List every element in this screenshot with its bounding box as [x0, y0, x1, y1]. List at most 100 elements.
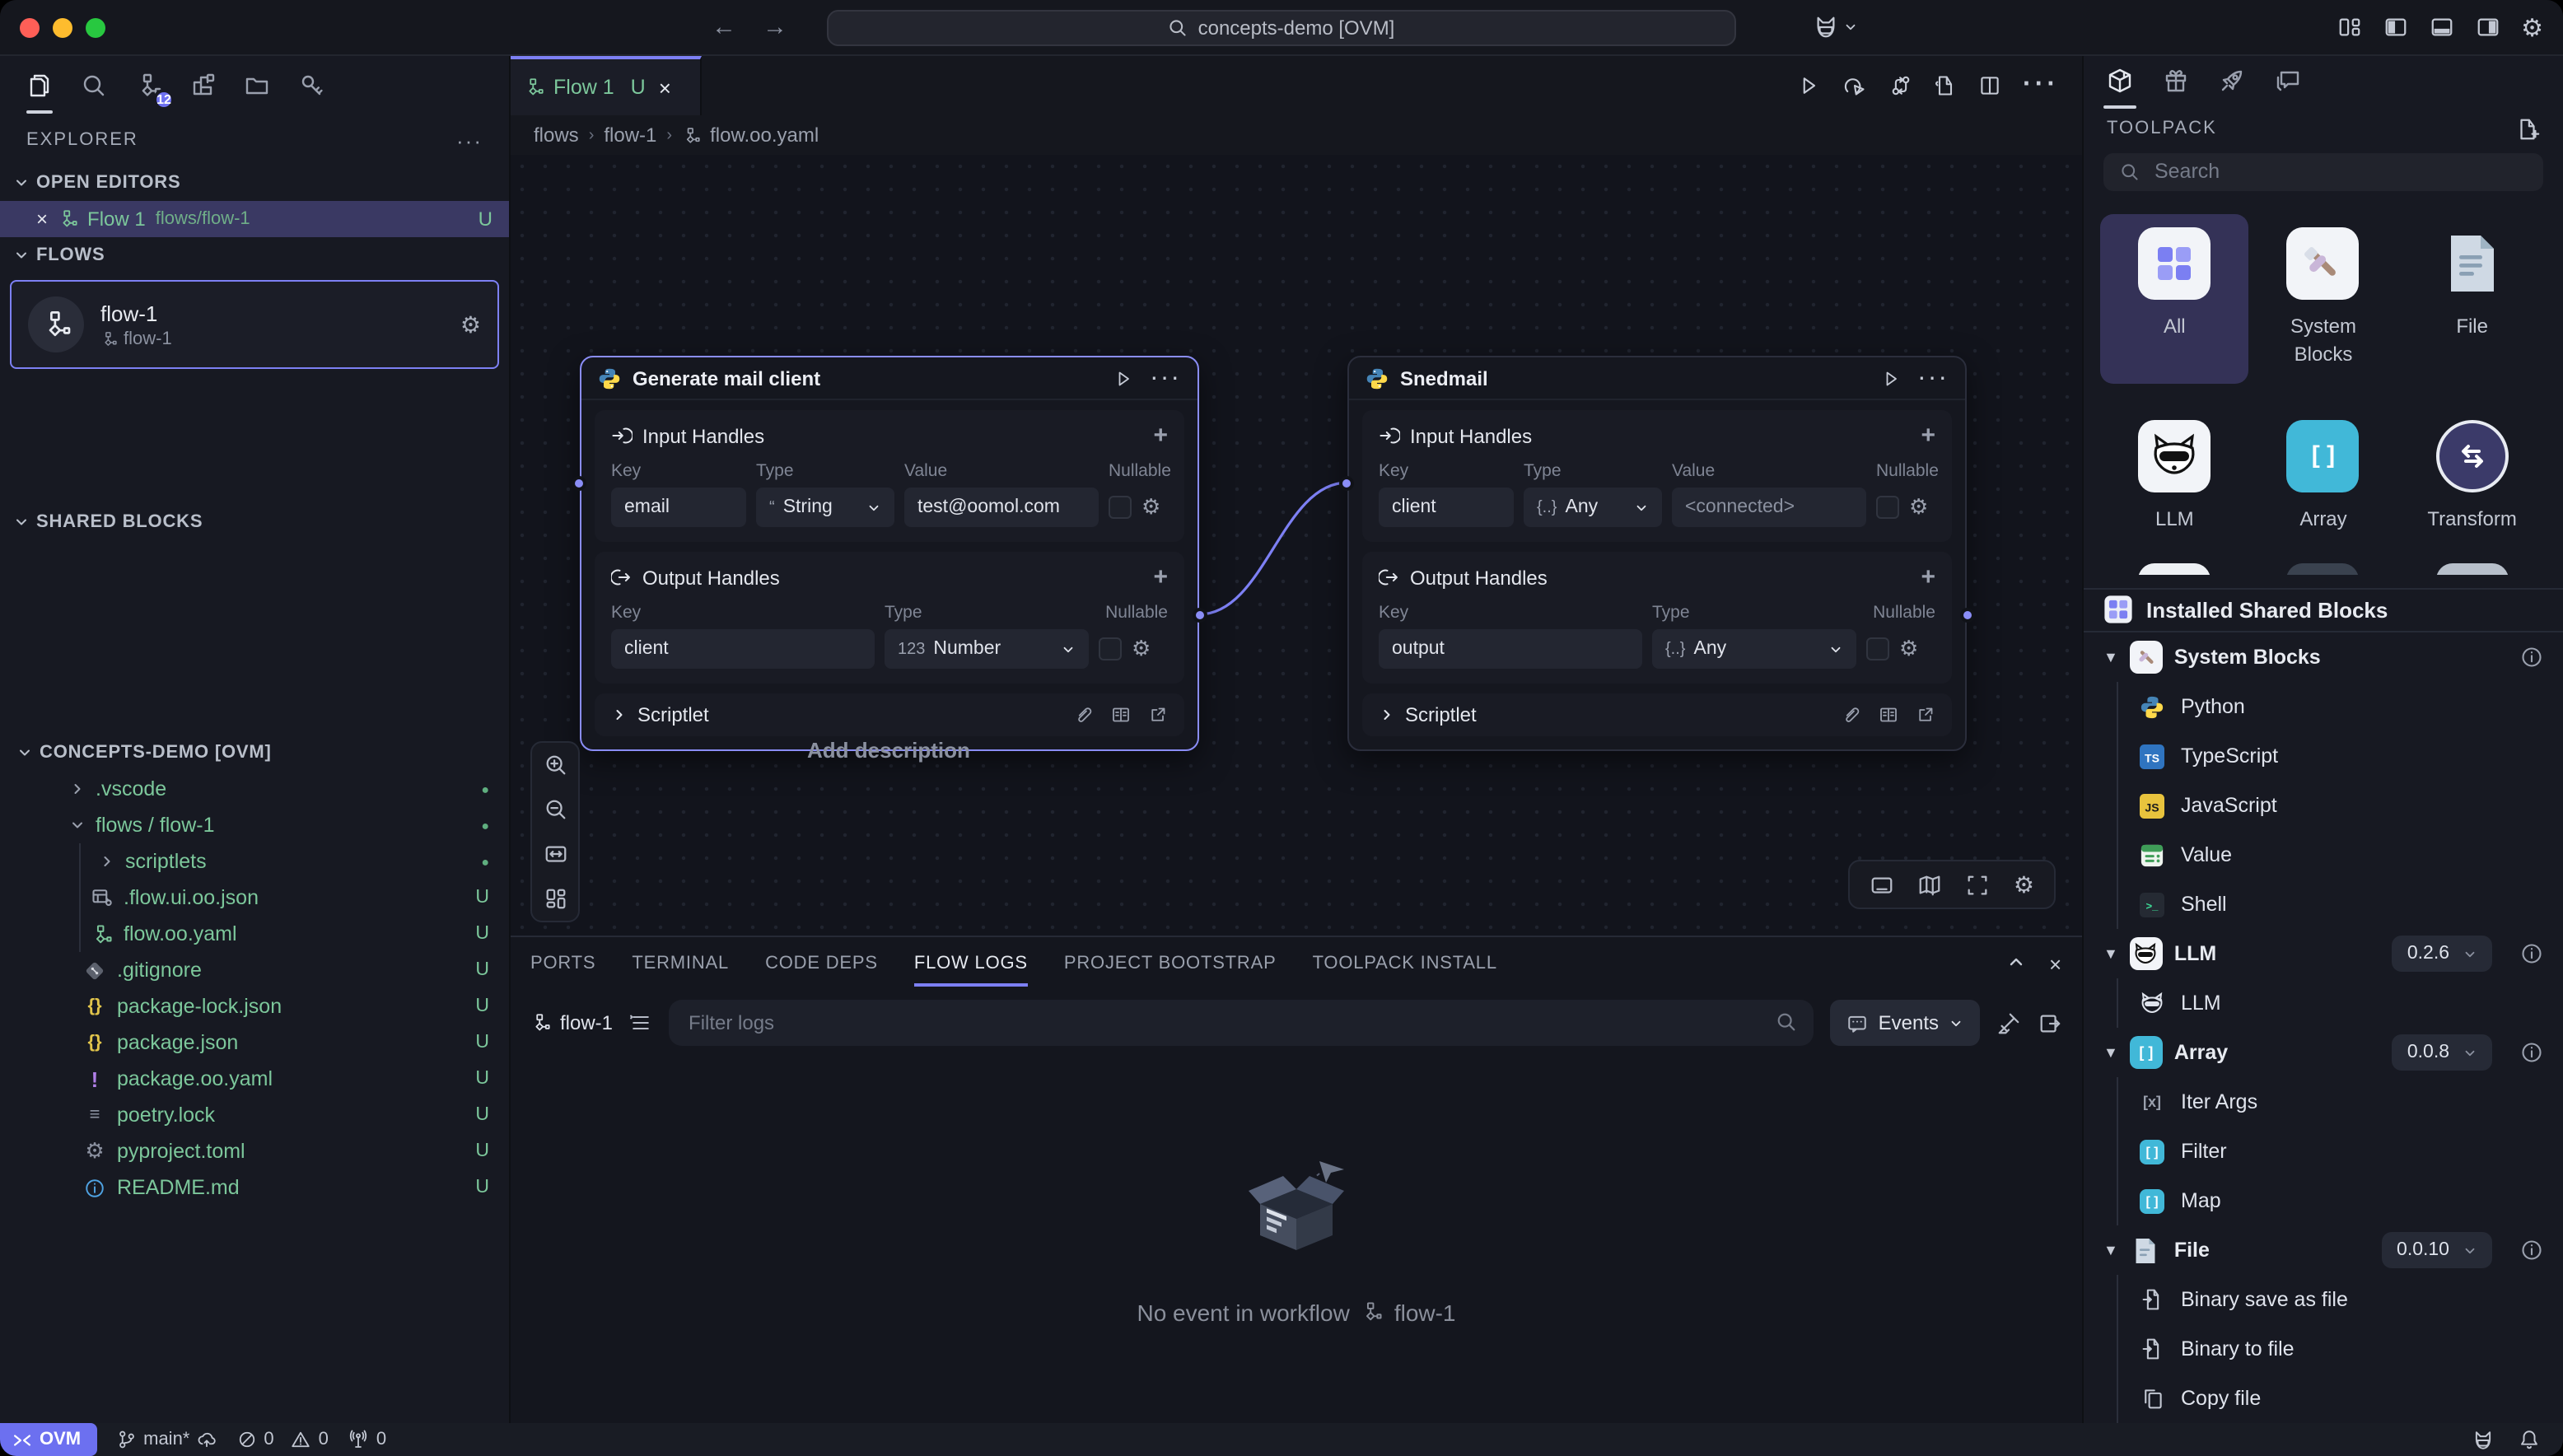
info-icon[interactable]	[2520, 942, 2543, 965]
chat-tab-icon[interactable]	[2271, 64, 2304, 97]
input-key-field[interactable]	[1379, 488, 1514, 527]
rerun-icon[interactable]	[1842, 74, 1868, 97]
compare-changes-icon[interactable]	[1889, 74, 1912, 97]
attachment-icon[interactable]	[1074, 705, 1094, 725]
remote-indicator[interactable]: OVM	[0, 1423, 97, 1456]
sync-cloud-icon[interactable]	[196, 1430, 217, 1449]
run-node-icon[interactable]	[1113, 368, 1133, 388]
add-input-handle-button[interactable]: +	[1921, 422, 1935, 450]
tab-project-bootstrap[interactable]: PROJECT BOOTSTRAP	[1064, 954, 1277, 973]
nullable-checkbox[interactable]	[1876, 496, 1899, 519]
tab-toolpack-install[interactable]: TOOLPACK INSTALL	[1313, 954, 1497, 973]
close-tab-icon[interactable]: ×	[659, 75, 671, 100]
category-system-blocks[interactable]: System Blocks	[2249, 214, 2398, 384]
add-output-handle-button[interactable]: +	[1153, 563, 1168, 591]
block-copy-file[interactable]: Copy file	[2118, 1374, 2563, 1423]
command-center-search[interactable]: concepts-demo [OVM]	[827, 10, 1736, 46]
maximize-window-button[interactable]	[86, 17, 105, 37]
export-file-icon[interactable]	[1934, 74, 1957, 97]
add-output-handle-button[interactable]: +	[1921, 563, 1935, 591]
close-panel-icon[interactable]: ×	[2049, 951, 2062, 976]
close-window-button[interactable]	[20, 17, 40, 37]
chevron-up-icon[interactable]	[2006, 951, 2026, 971]
output-type-select[interactable]: 123 Number	[885, 629, 1089, 669]
group-header[interactable]: ▼ System Blocks	[2084, 632, 2563, 682]
project-section[interactable]: CONCEPTS-DEMO [OVM]	[0, 735, 509, 771]
key-icon[interactable]	[295, 69, 328, 102]
tree-item-flow-yaml[interactable]: flow.oo.yaml U	[0, 916, 509, 952]
open-editor-item[interactable]: × Flow 1 flows/flow-1 U	[0, 201, 509, 237]
notifications-bell-icon[interactable]	[2519, 1428, 2540, 1451]
tree-item-scriptlets[interactable]: scriptlets ●	[0, 843, 509, 880]
docs-icon[interactable]	[1110, 705, 1132, 725]
group-header[interactable]: ▼ [ ] Array 0.0.8	[2084, 1028, 2563, 1077]
block-value[interactable]: Value	[2118, 830, 2563, 880]
handle-gear-icon[interactable]: ⚙	[1132, 636, 1151, 662]
log-detail-icon[interactable]	[629, 1011, 652, 1034]
tree-item-poetry-lock[interactable]: ≡ poetry.lock U	[0, 1097, 509, 1133]
canvas-settings-icon[interactable]: ⚙	[2014, 870, 2034, 898]
clear-logs-icon[interactable]	[1996, 1010, 2021, 1035]
gear-icon[interactable]: ⚙	[460, 310, 481, 338]
category-transform[interactable]: Transform	[2397, 406, 2547, 547]
flows-icon[interactable]: 12	[132, 69, 165, 102]
block-map[interactable]: [ ] Map	[2118, 1176, 2563, 1225]
add-input-handle-button[interactable]: +	[1153, 422, 1168, 450]
git-branch-status[interactable]: main*	[117, 1430, 217, 1449]
handle-gear-icon[interactable]: ⚙	[1899, 636, 1918, 662]
block-binary-to-file[interactable]: Binary to file	[2118, 1324, 2563, 1374]
nullable-checkbox[interactable]	[1099, 637, 1122, 660]
node-more-icon[interactable]: ···	[1150, 363, 1181, 393]
block-typescript[interactable]: TS TypeScript	[2118, 731, 2563, 781]
handle-gear-icon[interactable]: ⚙	[1141, 494, 1160, 520]
explorer-files-icon[interactable]	[23, 69, 56, 102]
input-type-select[interactable]: “ String	[756, 488, 894, 527]
nullable-checkbox[interactable]	[1109, 496, 1132, 519]
block-binary-save-as-file[interactable]: Binary save as file	[2118, 1275, 2563, 1324]
toolpack-tab-icon[interactable]	[2103, 64, 2136, 97]
open-editors-section[interactable]: OPEN EDITORS	[0, 165, 509, 201]
output-key-field[interactable]	[611, 629, 875, 669]
blocks-icon[interactable]	[186, 69, 219, 102]
category-file[interactable]: File	[2397, 214, 2547, 384]
auto-layout-icon[interactable]	[543, 886, 567, 911]
gift-tab-icon[interactable]	[2159, 64, 2192, 97]
new-toolpack-icon[interactable]	[2515, 117, 2540, 142]
tab-flow-1[interactable]: Flow 1 U ×	[511, 56, 702, 115]
run-node-icon[interactable]	[1881, 368, 1901, 388]
zoom-in-icon[interactable]	[543, 753, 567, 777]
problems-status[interactable]: 0 0	[237, 1430, 329, 1449]
add-description-button[interactable]: Add description	[807, 738, 970, 763]
tree-item-flows[interactable]: flows / flow-1 ●	[0, 807, 509, 843]
input-key-field[interactable]	[611, 488, 746, 527]
handle-gear-icon[interactable]: ⚙	[1909, 494, 1928, 520]
block-shell[interactable]: >_ Shell	[2118, 880, 2563, 929]
tree-item-flow-ui-json[interactable]: .flow.ui.oo.json U	[0, 880, 509, 916]
more-actions-icon[interactable]: ···	[2023, 71, 2059, 100]
open-external-icon[interactable]	[1916, 705, 1935, 725]
scriptlet-bar[interactable]: Scriptlet	[1362, 693, 1952, 736]
assistant-fox-icon[interactable]	[2471, 1429, 2495, 1450]
flow-card[interactable]: flow-1 flow-1 ⚙	[10, 280, 499, 369]
chevron-down-icon[interactable]	[1843, 20, 1858, 35]
input-value-field[interactable]	[904, 488, 1099, 527]
node-generate-mail-client[interactable]: Generate mail client ··· Input Handles +	[580, 356, 1199, 751]
tree-item-package-json[interactable]: {} package.json U	[0, 1024, 509, 1061]
export-logs-icon[interactable]	[2038, 1010, 2062, 1035]
open-external-icon[interactable]	[1148, 705, 1168, 725]
tab-terminal[interactable]: TERMINAL	[632, 954, 729, 973]
tab-code-deps[interactable]: CODE DEPS	[765, 954, 878, 973]
run-flow-icon[interactable]	[1797, 74, 1820, 97]
assistant-fox-icon[interactable]	[1812, 15, 1840, 40]
group-header[interactable]: ▼ File 0.0.10	[2084, 1225, 2563, 1275]
output-port[interactable]	[1960, 608, 1975, 623]
tab-ports[interactable]: PORTS	[530, 954, 595, 973]
tree-item-readme[interactable]: README.md U	[0, 1169, 509, 1206]
attachment-icon[interactable]	[1842, 705, 1861, 725]
input-type-select[interactable]: {..} Any	[1524, 488, 1662, 527]
version-select[interactable]: 0.0.8	[2393, 1034, 2492, 1071]
flows-section[interactable]: FLOWS	[0, 237, 509, 273]
tree-item-package-lock[interactable]: {} package-lock.json U	[0, 988, 509, 1024]
tab-flow-logs[interactable]: FLOW LOGS	[914, 954, 1028, 973]
fullscreen-icon[interactable]	[1966, 872, 1991, 897]
